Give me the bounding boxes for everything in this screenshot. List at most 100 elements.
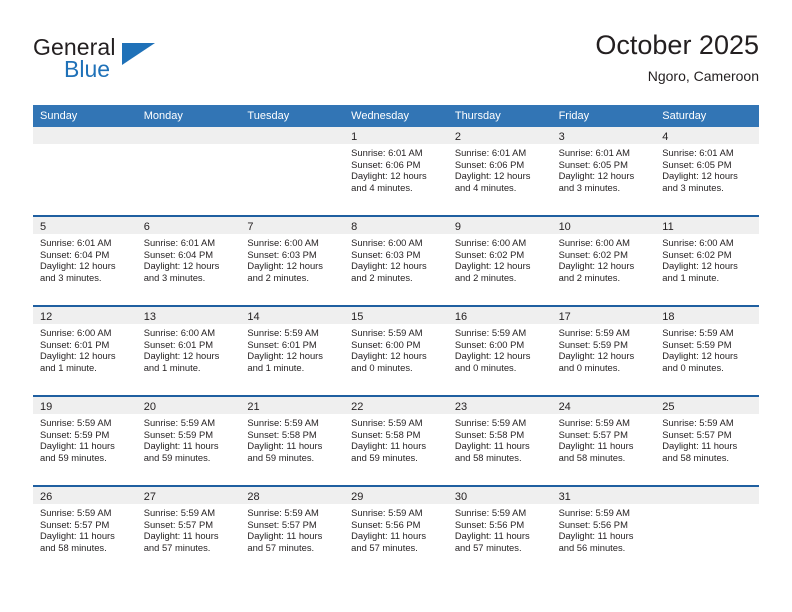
- day-number: 30: [454, 491, 468, 503]
- sunrise-text: Sunrise: 6:00 AM: [247, 237, 319, 248]
- calendar-day-cell[interactable]: 5 Sunrise: 6:01 AM Sunset: 6:04 PM Daylight…: [33, 217, 137, 305]
- calendar-day-cell[interactable]: 12 Sunrise: 6:00 AM Sunset: 6:01 PM Dayligh…: [33, 307, 137, 395]
- weekday-header-row: Sunday Monday Tuesday Wednesday Thursday Frid…: [33, 105, 759, 127]
- day-number-band: 23: [447, 397, 552, 414]
- daylight-text: Daylight: 12 hours and 2 minutes.: [247, 260, 323, 283]
- calendar-week-row: 5 Sunrise: 6:01 AM Sunset: 6:04 PM Daylight…: [33, 215, 759, 305]
- day-number: 18: [662, 311, 675, 323]
- sunrise-text: Sunrise: 5:59 AM: [558, 417, 630, 428]
- day-number-band: 13: [136, 307, 241, 324]
- day-details: Sunrise: 5:59 AM Sunset: 5:57 PM Daylight:…: [33, 504, 137, 553]
- calendar-day-cell[interactable]: 13 Sunrise: 6:00 AM Sunset: 6:01 PM Dayligh…: [136, 307, 241, 395]
- calendar-day-cell[interactable]: 25 Sunrise: 5:59 AM Sunset: 5:57 PM Dayligh…: [655, 397, 759, 485]
- day-details: Sunrise: 5:59 AM Sunset: 5:58 PM Daylight:…: [344, 414, 448, 463]
- calendar-day-cell[interactable]: 15 Sunrise: 5:59 AM Sunset: 6:00 PM Dayligh…: [344, 307, 448, 395]
- day-number-band: 27: [136, 487, 241, 504]
- day-details: Sunrise: 5:59 AM Sunset: 5:57 PM Daylight:…: [552, 414, 656, 463]
- calendar-day-cell[interactable]: 17 Sunrise: 5:59 AM Sunset: 5:59 PM Dayligh…: [551, 307, 656, 395]
- day-number-band: 19: [33, 397, 137, 414]
- daylight-text: Daylight: 11 hours and 58 minutes.: [662, 440, 738, 463]
- sunrise-text: Sunrise: 5:59 AM: [454, 417, 527, 428]
- day-number: 29: [351, 491, 364, 503]
- day-details: Sunrise: 6:01 AM Sunset: 6:06 PM Daylight:…: [448, 144, 552, 193]
- day-number: 5: [40, 221, 47, 233]
- day-number: 26: [40, 491, 53, 503]
- day-number-band: 9: [447, 217, 552, 234]
- calendar-day-cell[interactable]: 16 Sunrise: 5:59 AM Sunset: 6:00 PM Dayligh…: [447, 307, 552, 395]
- day-number: 2: [454, 131, 461, 143]
- sunrise-text: Sunrise: 6:00 AM: [351, 237, 423, 248]
- sunset-text: Sunset: 6:02 PM: [558, 248, 628, 260]
- sunrise-text: Sunrise: 5:59 AM: [40, 507, 112, 518]
- day-number: 7: [247, 221, 254, 233]
- calendar-day-cell[interactable]: 20 Sunrise: 5:59 AM Sunset: 5:59 PM Dayligh…: [136, 397, 241, 485]
- daylight-text: Daylight: 11 hours and 59 minutes.: [40, 440, 115, 463]
- day-number-band: 10: [551, 217, 656, 234]
- day-number-band: 22: [344, 397, 448, 414]
- daylight-text: Daylight: 11 hours and 58 minutes.: [454, 440, 530, 463]
- calendar-day-cell[interactable]: 11 Sunrise: 6:00 AM Sunset: 6:02 PM Dayligh…: [655, 217, 759, 305]
- sunrise-text: Sunrise: 5:59 AM: [351, 327, 423, 338]
- daylight-text: Daylight: 12 hours and 0 minutes.: [454, 350, 531, 373]
- calendar-day-cell[interactable]: 8 Sunrise: 6:00 AM Sunset: 6:03 PM Daylight…: [344, 217, 448, 305]
- calendar-day-cell[interactable]: 29 Sunrise: 5:59 AM Sunset: 5:56 PM Dayligh…: [344, 487, 448, 575]
- calendar-day-cell[interactable]: 26 Sunrise: 5:59 AM Sunset: 5:57 PM Dayligh…: [33, 487, 137, 575]
- sunrise-text: Sunrise: 5:59 AM: [454, 507, 527, 518]
- sunrise-text: Sunrise: 6:00 AM: [454, 237, 527, 248]
- calendar-day-cell[interactable]: 9 Sunrise: 6:00 AM Sunset: 6:02 PM Daylight…: [447, 217, 552, 305]
- day-number: 14: [247, 311, 260, 323]
- calendar-day-cell[interactable]: 19 Sunrise: 5:59 AM Sunset: 5:59 PM Dayligh…: [33, 397, 137, 485]
- day-number: 9: [454, 221, 461, 233]
- calendar-day-cell[interactable]: 6 Sunrise: 6:01 AM Sunset: 6:04 PM Daylight…: [136, 217, 241, 305]
- sunset-text: Sunset: 6:03 PM: [247, 248, 317, 260]
- sunset-text: Sunset: 6:04 PM: [143, 248, 214, 260]
- day-number-band: 6: [136, 217, 241, 234]
- day-number-band: 16: [447, 307, 552, 324]
- sunset-text: Sunset: 6:01 PM: [143, 338, 214, 350]
- weekday-header-friday: Friday: [558, 110, 590, 122]
- day-details: Sunrise: 6:00 AM Sunset: 6:01 PM Daylight:…: [33, 324, 137, 373]
- calendar-day-cell[interactable]: 27 Sunrise: 5:59 AM Sunset: 5:57 PM Dayligh…: [136, 487, 241, 575]
- general-blue-logo[interactable]: General Blue: [33, 34, 253, 92]
- day-details: Sunrise: 6:00 AM Sunset: 6:03 PM Daylight:…: [344, 234, 448, 283]
- calendar-day-cell[interactable]: 23 Sunrise: 5:59 AM Sunset: 5:58 PM Dayligh…: [447, 397, 552, 485]
- day-details: Sunrise: 6:01 AM Sunset: 6:04 PM Daylight:…: [33, 234, 137, 283]
- sunset-text: Sunset: 5:59 PM: [40, 428, 110, 440]
- calendar-day-cell[interactable]: 28 Sunrise: 5:59 AM Sunset: 5:57 PM Dayligh…: [240, 487, 345, 575]
- calendar-day-cell[interactable]: 3 Sunrise: 6:01 AM Sunset: 6:05 PM Daylight…: [551, 127, 656, 215]
- day-details: Sunrise: 5:59 AM Sunset: 5:58 PM Daylight:…: [448, 414, 552, 463]
- sunrise-text: Sunrise: 6:00 AM: [558, 237, 630, 248]
- calendar-day-cell[interactable]: 22 Sunrise: 5:59 AM Sunset: 5:58 PM Dayligh…: [344, 397, 448, 485]
- daylight-text: Daylight: 12 hours and 1 minute.: [662, 260, 738, 283]
- calendar-day-cell[interactable]: 4 Sunrise: 6:01 AM Sunset: 6:05 PM Daylight…: [655, 127, 759, 215]
- sunrise-text: Sunrise: 5:59 AM: [40, 417, 112, 428]
- calendar-day-cell[interactable]: 31 Sunrise: 5:59 AM Sunset: 5:56 PM Dayligh…: [551, 487, 656, 575]
- sunset-text: Sunset: 5:57 PM: [247, 518, 317, 530]
- sunset-text: Sunset: 6:01 PM: [40, 338, 110, 350]
- calendar-day-cell[interactable]: 21 Sunrise: 5:59 AM Sunset: 5:58 PM Dayligh…: [240, 397, 345, 485]
- calendar-day-cell[interactable]: 2 Sunrise: 6:01 AM Sunset: 6:06 PM Daylight…: [447, 127, 552, 215]
- sunrise-text: Sunrise: 5:59 AM: [143, 507, 216, 518]
- calendar-day-cell[interactable]: 7 Sunrise: 6:00 AM Sunset: 6:03 PM Daylight…: [240, 217, 345, 305]
- daylight-text: Daylight: 11 hours and 57 minutes.: [351, 530, 427, 553]
- calendar-day-cell[interactable]: 10 Sunrise: 6:00 AM Sunset: 6:02 PM Dayligh…: [551, 217, 656, 305]
- calendar-day-cell[interactable]: 30 Sunrise: 5:59 AM Sunset: 5:56 PM Dayligh…: [447, 487, 552, 575]
- day-number: 3: [558, 131, 565, 143]
- day-details: Sunrise: 5:59 AM Sunset: 6:01 PM Daylight:…: [240, 324, 344, 373]
- sunrise-text: Sunrise: 5:59 AM: [143, 417, 216, 428]
- day-details: Sunrise: 5:59 AM Sunset: 5:57 PM Daylight:…: [240, 504, 344, 553]
- day-number-band: 17: [551, 307, 656, 324]
- calendar-day-cell[interactable]: 18 Sunrise: 5:59 AM Sunset: 5:59 PM Dayligh…: [655, 307, 759, 395]
- daylight-text: Daylight: 12 hours and 1 minute.: [143, 350, 220, 373]
- weekday-header-sunday: Sunday: [40, 110, 78, 122]
- calendar-page: General Blue October 2025 Ngoro, Cameroo…: [0, 0, 792, 612]
- calendar-day-cell[interactable]: 14 Sunrise: 5:59 AM Sunset: 6:01 PM Dayligh…: [240, 307, 345, 395]
- day-number-band: 15: [344, 307, 448, 324]
- sunrise-text: Sunrise: 5:59 AM: [662, 327, 734, 338]
- weekday-header-thursday: Thursday: [454, 110, 501, 122]
- calendar-day-cell[interactable]: 24 Sunrise: 5:59 AM Sunset: 5:57 PM Dayligh…: [551, 397, 656, 485]
- sunset-text: Sunset: 5:59 PM: [662, 338, 732, 350]
- day-number: 4: [662, 131, 669, 143]
- calendar-day-cell[interactable]: 1 Sunrise: 6:01 AM Sunset: 6:06 PM Daylight…: [344, 127, 448, 215]
- weekday-header-tuesday: Tuesday: [247, 110, 290, 122]
